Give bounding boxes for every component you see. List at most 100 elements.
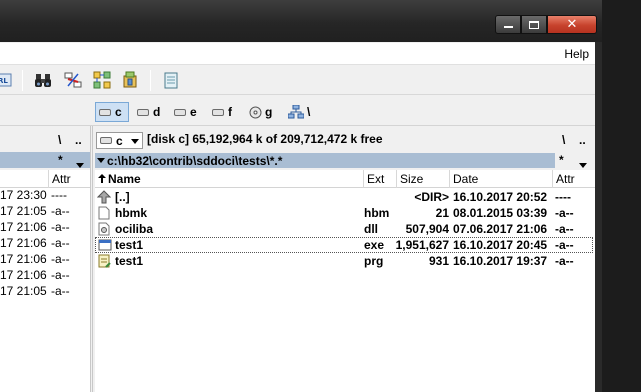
parent-dir-button[interactable]: .. [579,133,586,147]
left-current-path[interactable]: * [0,152,90,168]
file-size: 931 [428,254,449,268]
sync-icon[interactable] [93,71,111,89]
pack-icon[interactable] [121,71,139,89]
drive-c-button[interactable]: c [95,102,129,122]
file-date: 17 21:06 [0,252,47,266]
column-header-date[interactable]: Date [450,170,553,188]
window-border [595,42,602,392]
file-attr: ---- [555,190,571,204]
column-header-label: Name [108,172,141,186]
file-attr: -a-- [51,220,70,234]
drive-label: c [115,105,122,119]
left-file-panel[interactable]: \ .. * Attr 17 23:30 ---- 17 21:05 -a-- … [0,126,90,392]
filter-button[interactable]: * [58,153,63,167]
file-name: test1 [115,238,144,252]
root-dir-button[interactable]: \ [562,133,565,147]
toolbar-separator [150,70,151,91]
drive-icon [212,108,224,116]
toolbar-separator [22,70,23,91]
right-file-panel[interactable]: c [disk c] 65,192,964 k of 209,712,472 k… [93,126,595,392]
current-path[interactable]: c:\hb32\contrib\sddoci\tests\*.* [95,153,555,168]
prg-notepad-icon [97,254,111,268]
file-size: 21 [435,206,449,220]
menu-bar: Help [0,43,595,65]
column-header-label: Size [400,172,424,186]
drive-g-button[interactable]: g [247,102,277,122]
file-attr: -a-- [51,204,70,218]
drive-icon [100,137,112,144]
file-size: 507,904 [405,222,449,236]
drive-select-value: c [116,133,123,148]
file-icon [97,206,111,220]
table-row[interactable]: ociliba dll 507,904 07.06.2017 21:06 -a-… [95,221,593,237]
close-button[interactable]: ✕ [547,15,597,34]
drive-e-button[interactable]: e [171,102,201,122]
chevron-down-icon [131,139,139,144]
file-ext: hbm [364,206,390,220]
file-name: hbmk [115,206,148,220]
column-header-name[interactable]: Name [95,170,364,188]
drive-icon [99,108,111,116]
file-date: 17 21:05 [0,204,47,218]
menu-help[interactable]: Help [564,47,589,61]
parent-dir-button[interactable]: .. [75,133,82,147]
file-attr: -a-- [51,284,70,298]
file-ext: exe [364,238,385,252]
file-name: [..] [115,190,130,204]
column-header-attr[interactable]: Attr [553,170,595,188]
sort-up-icon [98,172,106,186]
drive-icon [137,108,149,116]
table-row[interactable]: test1 exe 1,951,627 16.10.2017 20:45 -a-… [95,237,593,253]
history-dropdown-icon[interactable] [97,158,105,163]
file-date: 17 21:06 [0,220,47,234]
maximize-button[interactable] [521,15,547,34]
binoculars-icon[interactable] [34,71,52,89]
drive-select[interactable]: c [96,132,143,149]
file-attr: -a-- [51,252,70,266]
left-column-header: Attr [0,170,90,188]
column-header-attr[interactable]: Attr [49,170,91,188]
drive-label: e [190,105,197,119]
notepad-icon[interactable] [162,71,180,89]
file-ext: dll [364,222,378,236]
root-dir-button[interactable]: \ [58,133,61,147]
file-list[interactable]: [..] <DIR> 16.10.2017 20:52 ---- hbmk hb… [95,188,595,392]
compare-icon[interactable] [64,71,82,89]
column-header-label: Ext [367,172,385,186]
drive-f-button[interactable]: f [209,102,237,122]
table-row[interactable]: hbmk hbm 21 08.01.2015 03:39 -a-- [95,205,593,221]
column-header-label: Attr [52,172,71,186]
cd-drive-icon [249,106,262,119]
file-date: 17 21:06 [0,268,47,282]
drive-icon [174,108,186,116]
file-attr: -a-- [555,254,574,268]
file-manager-window: ✕ Help RL c d e f g \ \ .. * Attr 17 23:… [0,0,602,392]
drive-d-button[interactable]: d [134,102,164,122]
table-row[interactable]: test1 prg 931 16.10.2017 19:37 -a-- [95,253,593,269]
network-drive-button[interactable]: \ [287,102,317,122]
column-header-size[interactable]: Size [397,170,450,188]
file-ext: prg [364,254,384,268]
url-icon[interactable]: RL [0,71,12,89]
file-name: ociliba [115,222,154,236]
column-header-date[interactable] [0,170,49,188]
file-date: 16.10.2017 19:37 [453,254,548,268]
column-header-ext[interactable]: Ext [364,170,397,188]
title-bar[interactable]: ✕ [0,0,602,42]
filter-button[interactable]: * [559,153,564,167]
minimize-icon [496,16,520,33]
file-size: <DIR> [414,190,449,204]
table-row[interactable]: [..] <DIR> 16.10.2017 20:52 ---- [95,189,593,205]
column-header: Name Ext Size Date Attr [95,170,595,188]
left-file-list[interactable]: 17 23:30 ---- 17 21:05 -a-- 17 21:06 -a-… [0,188,90,392]
file-attr: -a-- [51,268,70,282]
minimize-button[interactable] [495,15,521,34]
left-path-bar: \ .. [0,129,90,148]
network-icon [287,104,305,119]
file-date: 16.10.2017 20:45 [453,238,548,252]
column-header-label: Date [453,172,479,186]
file-date: 08.01.2015 03:39 [453,206,548,220]
file-date: 16.10.2017 20:52 [453,190,548,204]
up-arrow-icon [96,190,112,204]
file-size: 1,951,627 [395,238,449,252]
